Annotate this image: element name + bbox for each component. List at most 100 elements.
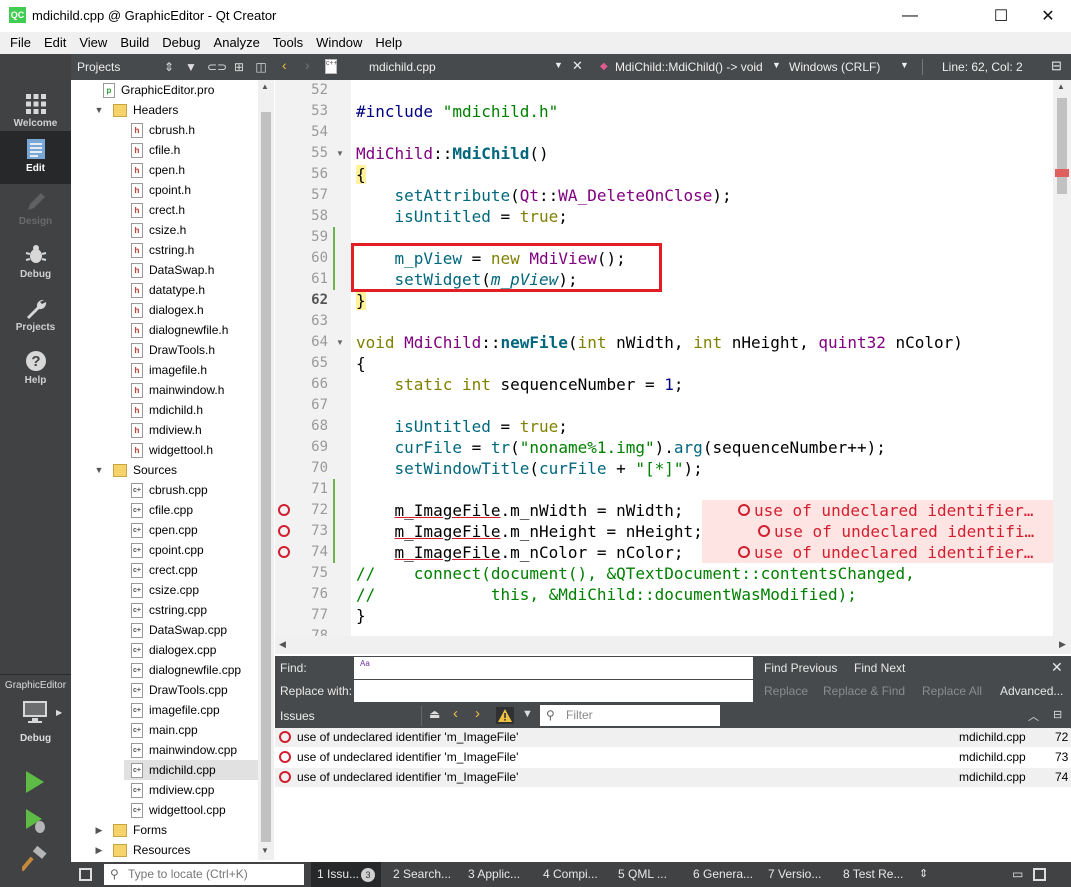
line-number[interactable]: 60: [276, 248, 328, 269]
line-number[interactable]: 52: [276, 80, 328, 101]
find-next-button[interactable]: Find Next: [854, 661, 905, 675]
file-item[interactable]: h DataSwap.h: [71, 260, 258, 280]
file-item[interactable]: h imagefile.h: [71, 360, 258, 380]
close-pane-icon[interactable]: ⊟: [1053, 708, 1062, 721]
projects-view-selector[interactable]: Projects: [77, 60, 120, 74]
line-number[interactable]: 58: [276, 206, 328, 227]
kit-selector[interactable]: ▶ Debug: [0, 696, 71, 746]
output-tab-general[interactable]: 6 Genera...: [693, 862, 753, 887]
case-sensitive-icon[interactable]: Aa: [360, 660, 370, 668]
inline-diagnostic[interactable]: use of undeclared identifier…: [702, 542, 1053, 563]
replace-button[interactable]: Replace: [764, 684, 808, 698]
error-icon[interactable]: [278, 504, 290, 516]
menu-view[interactable]: View: [73, 32, 114, 54]
menu-edit[interactable]: Edit: [38, 32, 73, 54]
file-item[interactable]: h dialognewfile.h: [71, 320, 258, 340]
mode-design[interactable]: Design: [0, 184, 71, 237]
inline-diagnostic[interactable]: use of undeclared identifi…: [702, 521, 1053, 542]
line-number[interactable]: 76: [276, 584, 328, 605]
line-number[interactable]: 55: [276, 143, 328, 164]
close-find-icon[interactable]: ✕: [1051, 659, 1063, 676]
file-item[interactable]: h cbrush.h: [71, 120, 258, 140]
file-item[interactable]: h mdiview.h: [71, 420, 258, 440]
line-number[interactable]: 75: [276, 563, 328, 584]
menu-file[interactable]: File: [4, 32, 38, 54]
file-item[interactable]: h cpen.h: [71, 160, 258, 180]
file-item[interactable]: c+ csize.cpp: [71, 580, 258, 600]
file-item[interactable]: h mdichild.h: [71, 400, 258, 420]
toggle-sidebar-icon[interactable]: [79, 868, 92, 881]
file-item[interactable]: h widgettool.h: [71, 440, 258, 460]
file-item[interactable]: c+ mdichild.cpp: [124, 760, 258, 780]
line-number[interactable]: 61: [276, 269, 328, 290]
minimize-button[interactable]: —: [887, 0, 933, 32]
split-editor-icon[interactable]: ⊟: [1051, 58, 1062, 74]
mode-debug[interactable]: Debug: [0, 237, 71, 290]
file-item[interactable]: h dialogex.h: [71, 300, 258, 320]
back-icon[interactable]: ‹: [282, 57, 287, 73]
line-number[interactable]: 62: [276, 290, 328, 311]
folder-forms[interactable]: ▶ Forms: [71, 820, 258, 840]
clean-icon[interactable]: ⏏: [429, 707, 440, 721]
encoding-dropdown-icon[interactable]: ▼: [900, 60, 909, 70]
debug-run-button[interactable]: [24, 808, 48, 834]
next-issue-icon[interactable]: ›: [475, 705, 480, 722]
expanded-arrow-icon[interactable]: ▼: [93, 465, 105, 475]
file-item[interactable]: c+ mdiview.cpp: [71, 780, 258, 800]
scrollbar-thumb[interactable]: [1057, 98, 1067, 194]
file-item[interactable]: h DrawTools.h: [71, 340, 258, 360]
menu-window[interactable]: Window: [310, 32, 369, 54]
project-tree-scrollbar[interactable]: ▲ ▼: [258, 80, 274, 860]
maximize-pane-icon[interactable]: ︿: [1028, 708, 1039, 724]
error-icon[interactable]: [278, 546, 290, 558]
line-number[interactable]: 54: [276, 122, 328, 143]
output-tab-qml[interactable]: 5 QML ...: [618, 862, 667, 887]
line-number[interactable]: 57: [276, 185, 328, 206]
output-tab-version-control[interactable]: 7 Versio...: [768, 862, 821, 887]
file-item[interactable]: c+ mainwindow.cpp: [71, 740, 258, 760]
close-pane-icon[interactable]: ◫: [253, 59, 269, 75]
mode-edit[interactable]: Edit: [0, 131, 71, 184]
editor-vertical-scrollbar[interactable]: ▲: [1053, 80, 1071, 636]
expanded-arrow-icon[interactable]: ▼: [93, 105, 105, 115]
menu-analyze[interactable]: Analyze: [208, 32, 267, 54]
editor-horizontal-scrollbar[interactable]: ◀ ▶: [275, 636, 1071, 654]
scroll-up-icon[interactable]: ▲: [1057, 82, 1065, 91]
file-item[interactable]: h datatype.h: [71, 280, 258, 300]
filter-icon[interactable]: ▼: [183, 59, 199, 75]
toggle-right-sidebar-icon[interactable]: [1033, 868, 1046, 881]
line-number[interactable]: 68: [276, 416, 328, 437]
previous-issue-icon[interactable]: ‹: [453, 705, 458, 722]
run-button[interactable]: [24, 770, 46, 794]
line-number[interactable]: 69: [276, 437, 328, 458]
issue-row[interactable]: use of undeclared identifier 'm_ImageFil…: [275, 728, 1071, 747]
scroll-right-icon[interactable]: ▶: [1059, 639, 1066, 650]
build-hammer-button[interactable]: [22, 846, 48, 872]
file-item[interactable]: c+ widgettool.cpp: [71, 800, 258, 820]
find-previous-button[interactable]: Find Previous: [764, 661, 837, 675]
mode-help[interactable]: ? Help: [0, 343, 71, 396]
menu-tools[interactable]: Tools: [267, 32, 310, 54]
scroll-up-icon[interactable]: ▲: [261, 82, 269, 91]
output-tab-search[interactable]: 2 Search...: [393, 862, 451, 887]
output-tab-application[interactable]: 3 Applic...: [468, 862, 520, 887]
filter-icon[interactable]: ▼: [522, 708, 533, 720]
issues-filter-input[interactable]: ⚲ Filter: [540, 705, 720, 726]
replace-all-button[interactable]: Replace All: [922, 684, 982, 698]
menu-build[interactable]: Build: [114, 32, 156, 54]
scrollbar-thumb[interactable]: [261, 112, 271, 842]
issue-row[interactable]: use of undeclared identifier 'm_ImageFil…: [275, 748, 1071, 767]
encoding-selector[interactable]: Windows (CRLF): [789, 60, 880, 74]
maximize-button[interactable]: ☐: [978, 0, 1024, 32]
line-number[interactable]: 56: [276, 164, 328, 185]
split-icon[interactable]: ⊞: [231, 59, 247, 75]
file-item[interactable]: c+ DataSwap.cpp: [71, 620, 258, 640]
close-document-icon[interactable]: ✕: [572, 58, 583, 74]
menu-debug[interactable]: Debug: [156, 32, 207, 54]
folder-headers[interactable]: ▼ Headers: [71, 100, 258, 120]
find-input[interactable]: Aa: [354, 657, 753, 679]
folder-resources[interactable]: ▶ Resources: [71, 840, 258, 860]
project-file[interactable]: p GraphicEditor.pro: [71, 80, 258, 100]
line-number[interactable]: 63: [276, 311, 328, 332]
warning-filter-toggle[interactable]: [496, 707, 514, 724]
